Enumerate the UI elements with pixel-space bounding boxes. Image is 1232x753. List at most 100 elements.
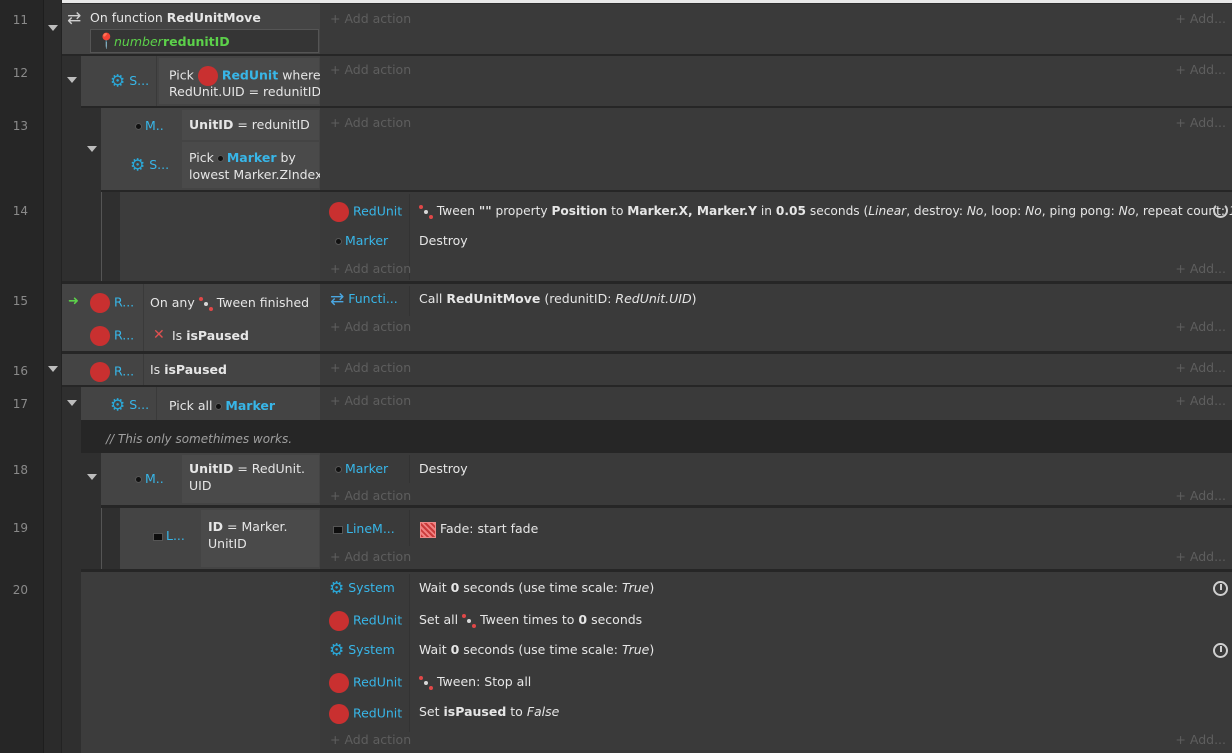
sprite-icon xyxy=(329,673,349,693)
column-divider xyxy=(156,387,157,420)
column-divider xyxy=(143,284,144,351)
action-area[interactable] xyxy=(320,387,1232,420)
action-object[interactable]: RedUnit xyxy=(329,202,402,222)
action-object[interactable]: RedUnit xyxy=(329,704,402,724)
nesting-line xyxy=(101,508,102,570)
tween-icon xyxy=(198,296,213,311)
gear-icon: ⚙ xyxy=(329,640,345,661)
column-divider xyxy=(409,574,410,732)
add-action-link[interactable]: + Add action xyxy=(330,11,411,27)
add-more-link[interactable]: + Add... xyxy=(1175,732,1226,748)
gear-icon: ⚙ xyxy=(329,578,345,599)
collapse-toggle[interactable] xyxy=(48,366,58,372)
add-action-link[interactable]: + Add action xyxy=(330,261,411,277)
condition-text: Is isPaused xyxy=(172,328,249,343)
action-object[interactable]: ⚙ System xyxy=(329,580,395,597)
line-number: 20 xyxy=(12,583,28,597)
action-text[interactable]: Destroy xyxy=(419,461,468,477)
sprite-icon xyxy=(329,704,349,724)
add-more-link[interactable]: + Add... xyxy=(1175,393,1226,409)
add-more-link[interactable]: + Add... xyxy=(1175,488,1226,504)
action-area[interactable] xyxy=(320,508,1232,569)
top-highlight-bar xyxy=(62,0,1232,3)
pin-icon: 📍 xyxy=(97,32,116,50)
action-area[interactable] xyxy=(320,4,1232,54)
action-text[interactable]: Fade: start fade xyxy=(420,521,538,538)
collapse-toggle[interactable] xyxy=(67,77,77,83)
action-object[interactable]: ⚙ System xyxy=(329,642,395,659)
line-number: 17 xyxy=(12,397,28,411)
action-text[interactable]: Wait 0 seconds (use time scale: True) xyxy=(419,580,654,596)
condition-text: Pick Marker by xyxy=(189,150,296,165)
action-object[interactable]: RedUnit xyxy=(329,611,402,631)
nesting-line xyxy=(101,192,102,282)
condition-text: Pick RedUnit where xyxy=(169,66,321,86)
linemarker-object: L... xyxy=(154,528,185,544)
add-more-link[interactable]: + Add... xyxy=(1175,115,1226,131)
action-object[interactable]: RedUnit xyxy=(329,673,402,693)
condition-text-line2: lowest Marker.ZIndex xyxy=(189,167,323,182)
action-text[interactable]: Set all Tween times to 0 seconds xyxy=(419,612,642,628)
comment[interactable]: // This only somethimes works. xyxy=(106,431,292,447)
action-area[interactable] xyxy=(320,572,1232,753)
sprite-object: R... xyxy=(90,293,134,313)
action-text[interactable]: Set isPaused to False xyxy=(419,704,559,720)
add-action-link[interactable]: + Add action xyxy=(330,115,411,131)
action-area[interactable] xyxy=(320,108,1232,190)
indent-margin xyxy=(44,0,62,753)
action-text[interactable]: Call RedUnitMove (redunitID: RedUnit.UID… xyxy=(419,291,697,307)
param-name: redunitID xyxy=(163,34,230,49)
line-number: 13 xyxy=(12,119,28,133)
collapse-toggle[interactable] xyxy=(67,400,77,406)
condition-text-line2: RedUnit.UID = redunitID xyxy=(169,84,322,99)
add-action-link[interactable]: + Add action xyxy=(330,393,411,409)
add-more-link[interactable]: + Add... xyxy=(1175,62,1226,78)
event-block-empty[interactable] xyxy=(81,572,320,753)
action-object[interactable]: Marker xyxy=(336,461,388,477)
add-action-link[interactable]: + Add action xyxy=(330,360,411,376)
action-text[interactable]: Tween "" property Position to Marker.X, … xyxy=(419,203,1232,219)
add-action-link[interactable]: + Add action xyxy=(330,732,411,748)
action-object[interactable]: ⇄ Functi... xyxy=(330,291,398,308)
action-object[interactable]: LineM... xyxy=(334,521,395,537)
tween-icon xyxy=(419,204,433,219)
add-action-link[interactable]: + Add action xyxy=(330,319,411,335)
add-action-link[interactable]: + Add action xyxy=(330,549,411,565)
column-divider xyxy=(143,354,144,385)
add-more-link[interactable]: + Add... xyxy=(1175,261,1226,277)
add-more-link[interactable]: + Add... xyxy=(1175,360,1226,376)
action-text[interactable]: Tween: Stop all xyxy=(419,674,531,690)
collapse-toggle[interactable] xyxy=(87,474,97,480)
stopwatch-icon xyxy=(1213,581,1228,596)
add-action-link[interactable]: + Add action xyxy=(330,488,411,504)
action-text[interactable]: Wait 0 seconds (use time scale: True) xyxy=(419,642,654,658)
invert-x-icon: ✕ xyxy=(153,327,165,343)
condition-text: UnitID = redunitID xyxy=(189,117,310,132)
tween-icon xyxy=(419,675,433,690)
sprite-icon xyxy=(197,66,218,86)
condition-text: UnitID = RedUnit. xyxy=(189,461,305,476)
action-area[interactable] xyxy=(320,56,1232,106)
marker-object: M.. xyxy=(136,118,164,134)
add-action-link[interactable]: + Add action xyxy=(330,62,411,78)
gear-icon: ⚙ xyxy=(130,155,146,176)
collapse-toggle[interactable] xyxy=(48,25,58,31)
sprite-object: R... xyxy=(90,362,134,382)
function-icon: ⇄ xyxy=(67,8,82,29)
event-block-empty[interactable] xyxy=(120,192,320,281)
action-object[interactable]: Marker xyxy=(336,233,388,249)
add-more-link[interactable]: + Add... xyxy=(1175,549,1226,565)
gear-icon: ⚙ xyxy=(110,71,126,92)
marker-object: M.. xyxy=(136,471,164,487)
collapse-toggle[interactable] xyxy=(87,146,97,152)
action-area[interactable] xyxy=(320,354,1232,385)
line-number: 12 xyxy=(12,66,28,80)
system-object: ⚙ S... xyxy=(130,155,170,176)
trigger-arrow-icon: ➜ xyxy=(68,294,79,309)
sprite-icon xyxy=(90,362,110,382)
action-text[interactable]: Destroy xyxy=(419,233,468,249)
add-more-link[interactable]: + Add... xyxy=(1175,319,1226,335)
add-more-link[interactable]: + Add... xyxy=(1175,11,1226,27)
column-divider xyxy=(409,455,410,483)
tween-icon xyxy=(462,613,477,628)
